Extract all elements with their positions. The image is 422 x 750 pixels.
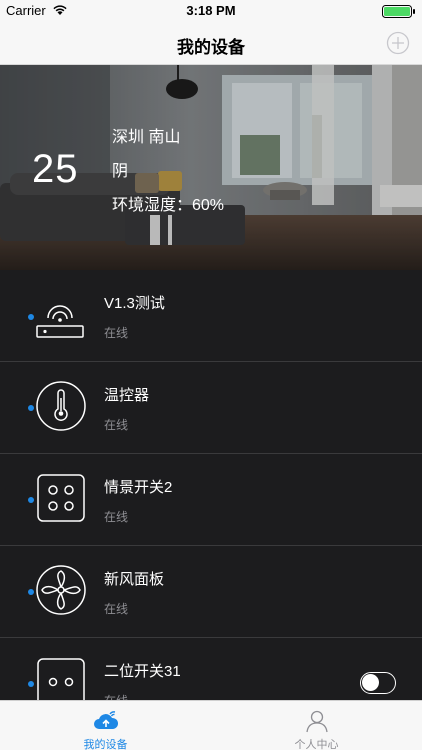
device-list: V1.3测试 在线 温控器 在线 情景开关2 在线 新风面板 在线 二位开关31 [0, 270, 422, 700]
online-indicator [28, 405, 34, 411]
weather-banner: 25 深圳 南山 阴 环境湿度：60% [0, 65, 422, 270]
status-bar: Carrier 3:18 PM [0, 0, 422, 22]
device-status: 在线 [104, 602, 129, 616]
temperature-value: 25 [32, 147, 79, 191]
online-indicator [28, 589, 34, 595]
device-row[interactable]: 新风面板 在线 [0, 546, 422, 638]
tab-profile[interactable]: 个人中心 [211, 701, 422, 750]
device-name: 二位开关31 [104, 663, 181, 680]
humidity-label: 环境湿度：60% [112, 197, 225, 214]
tab-bar: 我的设备 个人中心 [0, 700, 422, 750]
device-row[interactable]: V1.3测试 在线 [0, 270, 422, 362]
online-indicator [28, 314, 34, 320]
device-row[interactable]: 情景开关2 在线 [0, 454, 422, 546]
device-status: 在线 [104, 326, 129, 340]
location-label: 深圳 南山 [112, 129, 181, 146]
online-indicator [28, 497, 34, 503]
device-name: V1.3测试 [104, 295, 165, 312]
device-name: 新风面板 [104, 571, 165, 588]
tab-my-devices[interactable]: 我的设备 [0, 701, 211, 750]
device-status: 在线 [104, 510, 129, 524]
tab-label: 个人中心 [294, 739, 339, 750]
fan-icon [36, 565, 86, 615]
two-button-switch-icon [37, 658, 85, 700]
gateway-icon [36, 305, 84, 338]
battery-icon [382, 5, 415, 18]
power-toggle[interactable] [360, 672, 396, 694]
page-title: 我的设备 [177, 38, 245, 57]
device-row[interactable]: 二位开关31 在线 [0, 638, 422, 700]
thermometer-icon [36, 381, 86, 431]
device-name: 情景开关2 [104, 479, 173, 496]
navigation-bar: 我的设备 [0, 22, 422, 65]
device-status: 在线 [104, 692, 128, 700]
device-status: 在线 [104, 418, 129, 432]
cloud-devices-icon [94, 711, 119, 729]
person-icon [306, 710, 328, 733]
add-device-button[interactable] [386, 31, 410, 55]
four-button-switch-icon [37, 474, 85, 522]
online-indicator [28, 681, 34, 687]
clock: 3:18 PM [186, 3, 236, 18]
device-name: 温控器 [104, 387, 150, 404]
weather-condition: 阴 [112, 163, 129, 180]
device-row[interactable]: 温控器 在线 [0, 362, 422, 454]
tab-label: 我的设备 [83, 739, 128, 750]
toggle-knob [362, 674, 379, 691]
